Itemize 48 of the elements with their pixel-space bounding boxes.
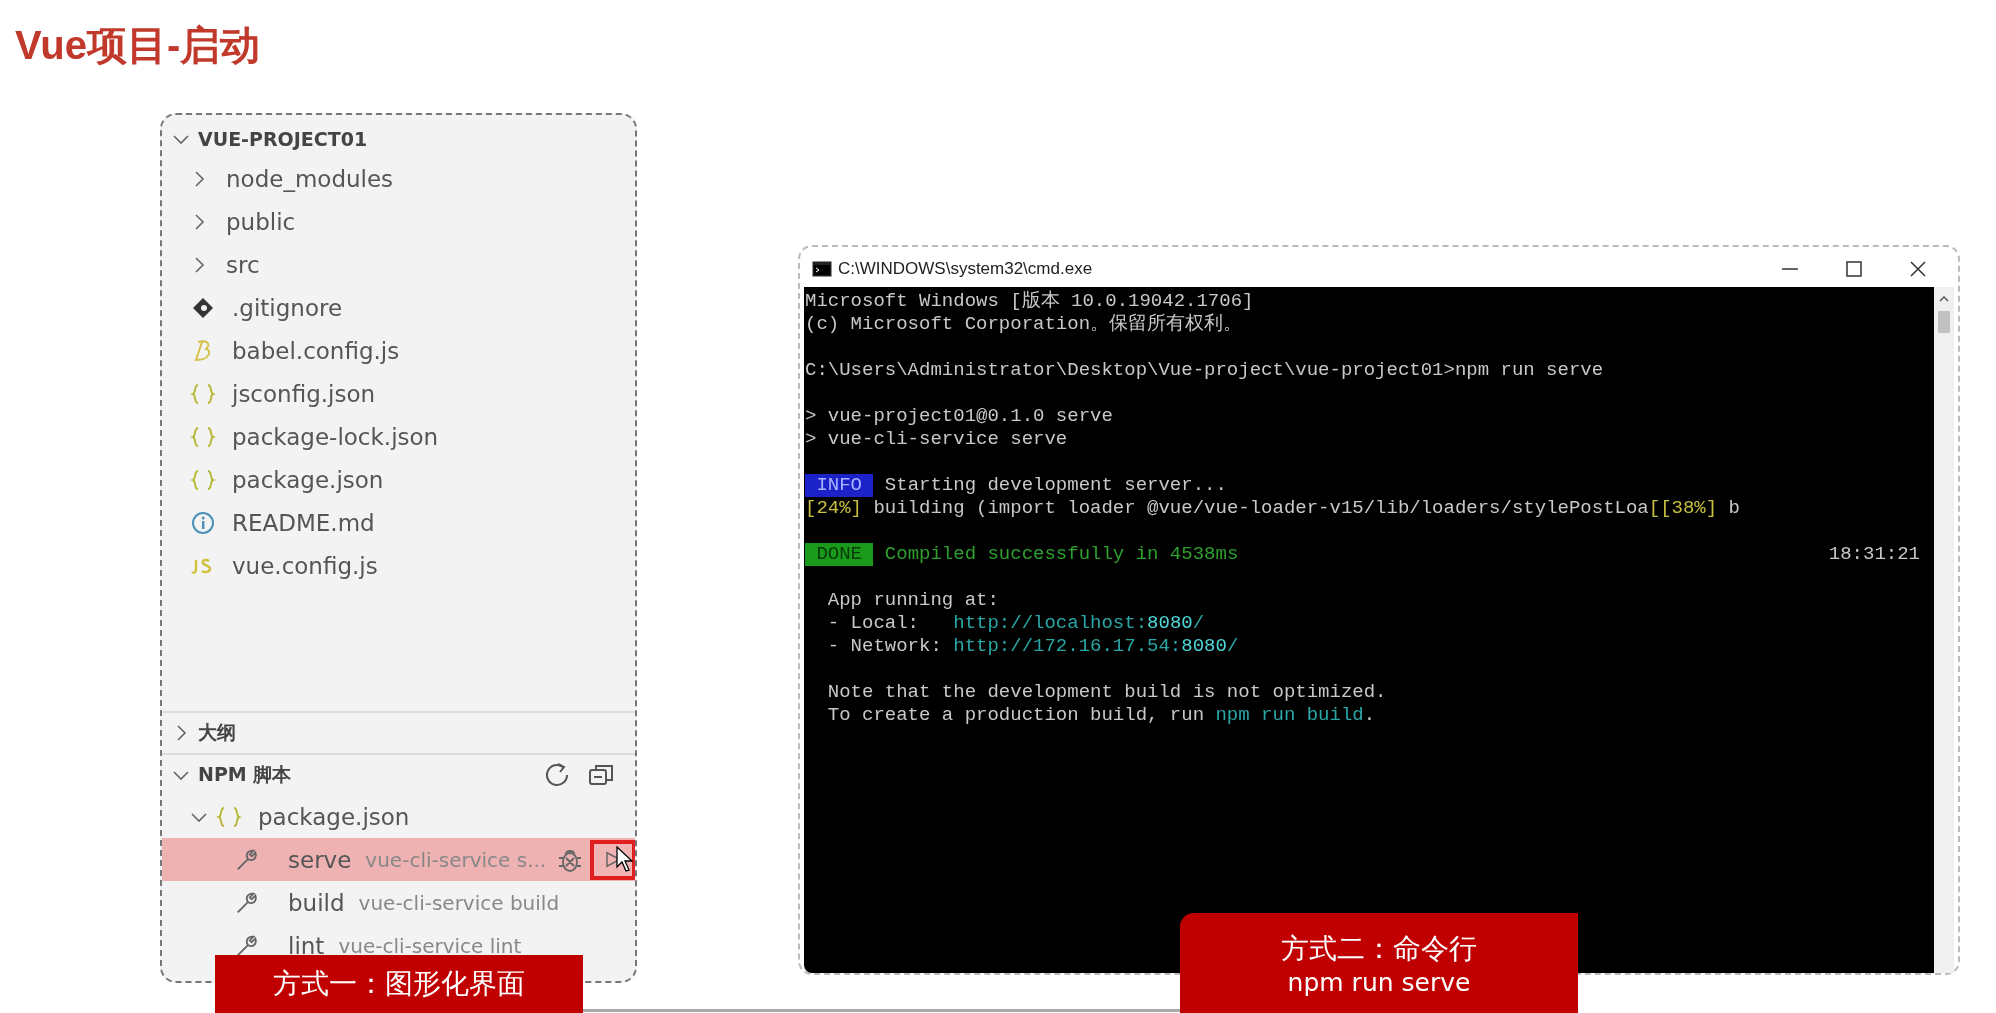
folder-item[interactable]: src bbox=[226, 251, 260, 278]
console-text: > vue-project01@0.1.0 serve bbox=[805, 405, 1113, 428]
script-name: build bbox=[288, 889, 345, 916]
folder-item[interactable]: node_modules bbox=[226, 165, 394, 192]
console-text: C:\Users\Administrator\Desktop\Vue-project\vue-project01>npm run serve bbox=[805, 359, 1604, 382]
section-title[interactable]: 大纲 bbox=[198, 720, 236, 746]
cursor-icon bbox=[616, 845, 635, 872]
slide-title: Vue项目-启动 bbox=[15, 22, 261, 69]
scrollbar[interactable] bbox=[1934, 287, 1954, 973]
console-text: - Network: http://172.16.17.54:8080/ bbox=[826, 635, 1239, 658]
status-badge: INFO bbox=[805, 474, 874, 497]
folder-title[interactable]: VUE-PROJECT01 bbox=[198, 128, 368, 150]
console-text: To create a production build, run npm run build. bbox=[826, 704, 1376, 727]
refresh-icon[interactable] bbox=[543, 761, 571, 789]
console-text: Note that the development build is not optimized. bbox=[826, 681, 1387, 704]
file-item[interactable]: README.md bbox=[232, 509, 375, 536]
console-text: App running at: bbox=[826, 589, 999, 612]
file-item[interactable]: vue.config.js bbox=[232, 552, 378, 579]
file-item[interactable]: .gitignore bbox=[232, 294, 343, 321]
script-command: vue-cli-service lint bbox=[338, 933, 522, 958]
console-text: - Local: http://localhost:8080/ bbox=[826, 612, 1205, 635]
folder-item[interactable]: public bbox=[226, 208, 296, 235]
file-item[interactable]: jsconfig.json bbox=[232, 380, 376, 407]
timestamp: 18:31:21 bbox=[1828, 543, 1920, 566]
info-icon bbox=[190, 509, 216, 536]
console-text: [24%] building (import loader @vue/vue-loader-v15/lib/loaders/stylePostLoa[[38%] b bbox=[805, 497, 1740, 520]
callout-text: 方式二：命令行 bbox=[1281, 930, 1477, 967]
file-item[interactable]: package.json bbox=[258, 803, 410, 830]
console-text: > vue-cli-service serve bbox=[805, 428, 1068, 451]
script-row[interactable]: serve vue-cli-service s... bbox=[162, 838, 635, 881]
script-row[interactable]: build vue-cli-service build bbox=[162, 881, 635, 924]
script-name: serve bbox=[288, 846, 352, 873]
script-command: vue-cli-service s... bbox=[365, 847, 547, 872]
console-text: Compiled successfully in 4538ms bbox=[883, 543, 1239, 566]
console-text: Microsoft Windows [版本 10.0.19042.1706] bbox=[805, 290, 1254, 313]
section-title[interactable]: NPM 脚本 bbox=[198, 762, 292, 788]
file-item[interactable]: package.json bbox=[232, 466, 384, 493]
script-command: vue-cli-service build bbox=[358, 890, 560, 915]
callout-tooltip: 方式一：图形化界面 bbox=[215, 955, 583, 1013]
status-badge: DONE bbox=[805, 543, 874, 566]
scroll-thumb[interactable] bbox=[1938, 311, 1950, 333]
console-text: (c) Microsoft Corporation。保留所有权利。 bbox=[805, 313, 1243, 336]
callout-text: npm run serve bbox=[1287, 967, 1471, 997]
console-icon bbox=[812, 261, 832, 277]
window-title: C:\WINDOWS\system32\cmd.exe bbox=[838, 259, 1093, 279]
console-text: Starting development server... bbox=[883, 474, 1227, 497]
file-item[interactable]: package-lock.json bbox=[232, 423, 439, 450]
file-item[interactable]: babel.config.js bbox=[232, 337, 400, 364]
